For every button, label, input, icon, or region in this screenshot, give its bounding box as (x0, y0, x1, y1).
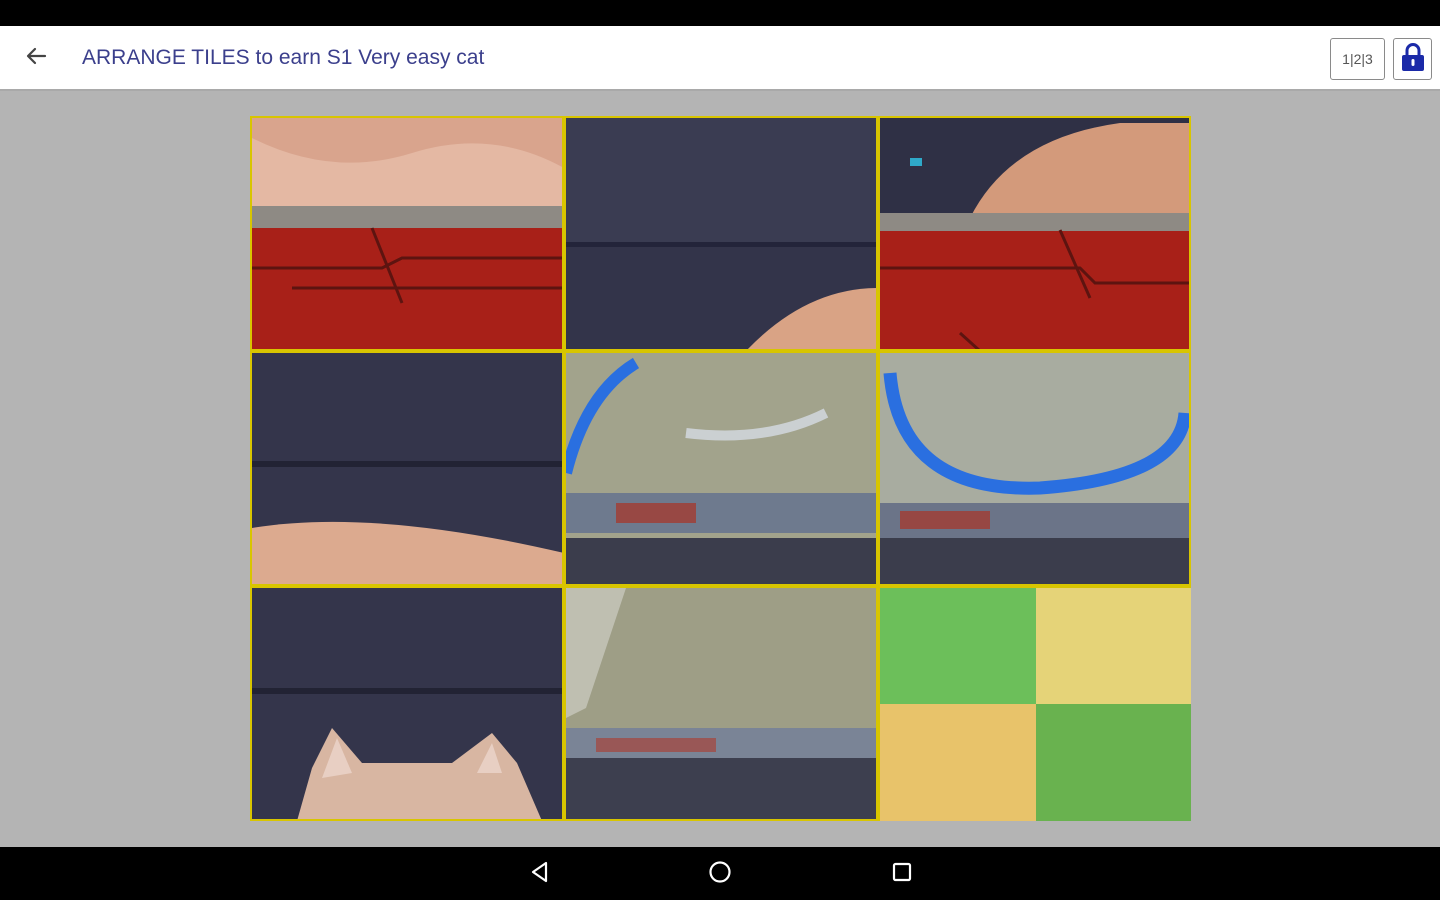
nav-back-button[interactable] (520, 855, 560, 893)
puzzle-tile[interactable] (252, 118, 562, 349)
lock-icon (1400, 42, 1426, 77)
back-button[interactable] (16, 38, 56, 78)
status-bar (0, 0, 1440, 26)
puzzle-tile[interactable] (252, 353, 562, 584)
puzzle-tile[interactable] (880, 353, 1189, 584)
lock-button[interactable] (1393, 38, 1432, 80)
puzzle-tile[interactable] (880, 118, 1189, 349)
difficulty-mode-label: 1|2|3 (1342, 51, 1373, 67)
home-circle-icon (708, 860, 732, 889)
nav-home-button[interactable] (700, 855, 740, 893)
puzzle-tile[interactable] (566, 588, 876, 819)
back-triangle-icon (529, 861, 551, 888)
page-title: ARRANGE TILES to earn S1 Very easy cat (82, 46, 485, 69)
recents-square-icon (891, 861, 913, 888)
arrow-left-icon (25, 47, 47, 70)
empty-tile-slot[interactable] (880, 588, 1191, 821)
puzzle-tile[interactable] (252, 588, 562, 819)
app-bar: ARRANGE TILES to earn S1 Very easy cat 1… (0, 26, 1440, 91)
difficulty-mode-button[interactable]: 1|2|3 (1330, 38, 1385, 80)
puzzle-board (250, 116, 1191, 821)
nav-recents-button[interactable] (882, 855, 922, 893)
puzzle-tile[interactable] (566, 353, 876, 584)
system-navigation-bar (0, 847, 1440, 900)
puzzle-tile[interactable] (566, 118, 876, 349)
